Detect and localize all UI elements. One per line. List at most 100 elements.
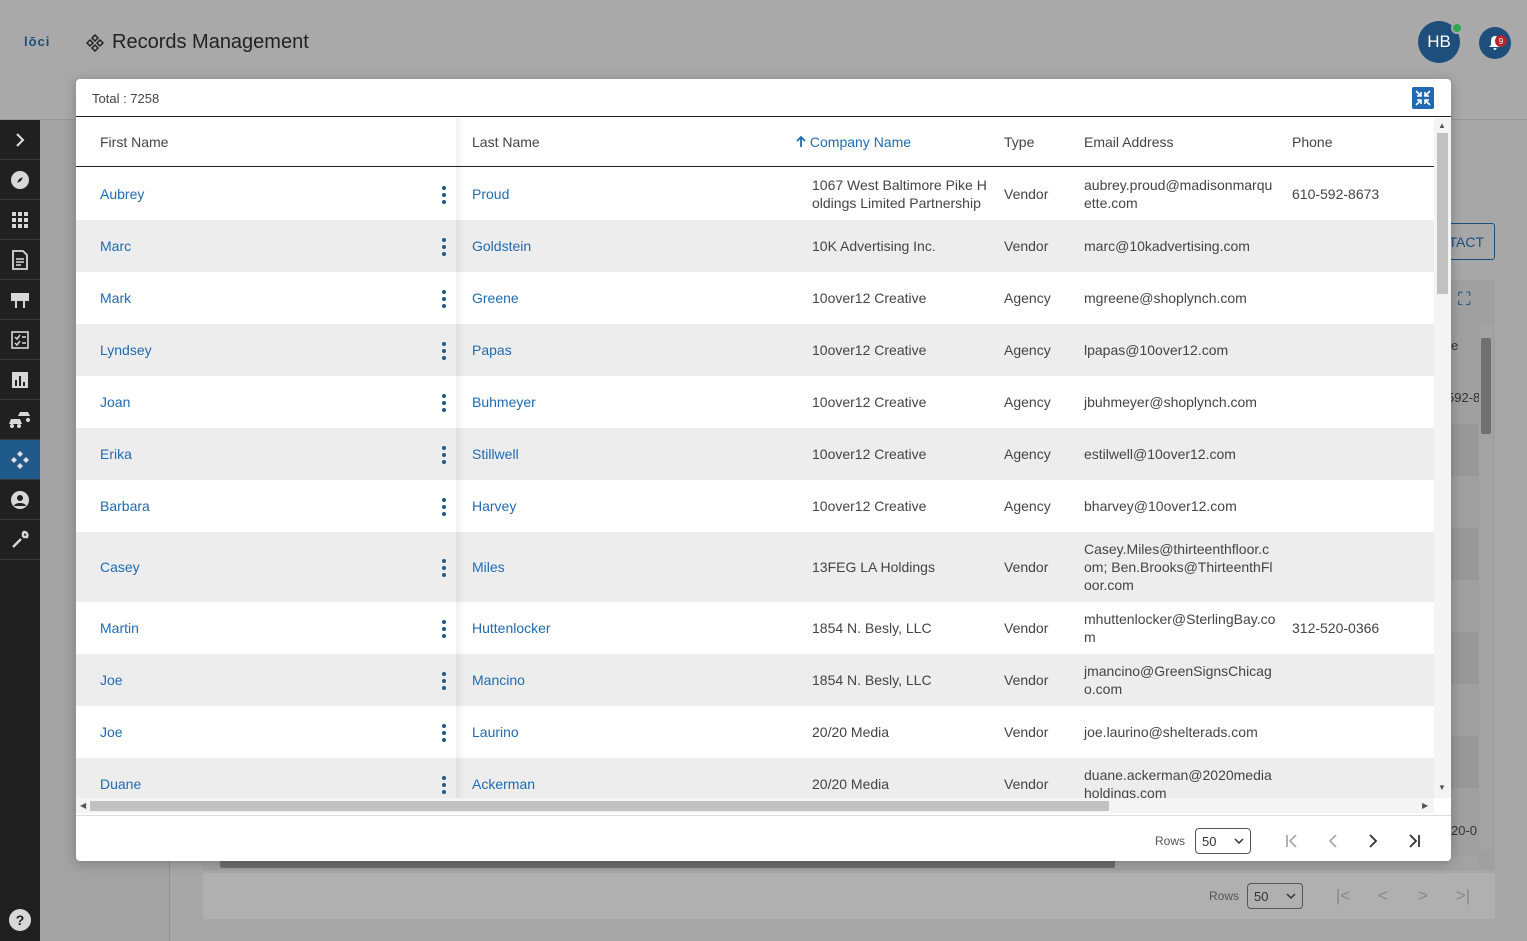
first-name-link[interactable]: Casey [100,558,140,576]
grid-icon [12,211,28,228]
first-name-link[interactable]: Joan [100,393,130,411]
first-name-link[interactable]: Barbara [100,497,150,515]
row-actions-menu-icon[interactable] [440,446,448,464]
background-next-page-button[interactable]: > [1403,883,1443,909]
column-header-phone[interactable]: Phone [1292,134,1332,150]
last-name-link[interactable]: Miles [472,558,505,576]
scroll-up-arrow-icon[interactable]: ▲ [1438,121,1446,130]
background-rows-select[interactable]: 50 [1247,883,1303,909]
billboard-icon [11,292,29,308]
company-name-cell: 10K Advertising Inc. [812,238,936,254]
last-name-link[interactable]: Huttenlocker [472,619,551,637]
type-cell: Agency [1004,342,1051,358]
sidebar-item-documents[interactable] [0,240,40,280]
table-row[interactable]: Marc Goldstein 10K Advertising Inc. Vendor m… [76,220,1434,272]
sidebar-item-apps[interactable] [0,200,40,240]
checklist-icon [11,330,29,349]
table-row[interactable]: Casey Miles 13FEG LA Holdings Vendor Casey.M… [76,532,1434,602]
sidebar-expand-button[interactable] [0,120,40,160]
column-header-last-name[interactable]: Last Name [472,134,540,150]
sidebar-item-tasks[interactable] [0,320,40,360]
modal-pager: Rows 50 [76,815,1451,861]
previous-page-button[interactable] [1313,828,1353,854]
scroll-right-arrow-icon[interactable]: ▶ [1422,801,1428,810]
first-name-link[interactable]: Lyndsey [100,341,152,359]
last-name-link[interactable]: Greene [472,289,519,307]
sidebar-item-explore[interactable] [0,160,40,200]
first-name-link[interactable]: Marc [100,237,131,255]
app-logo[interactable]: lōci [24,34,50,49]
records-icon [86,33,104,52]
last-page-button[interactable] [1393,828,1433,854]
row-actions-menu-icon[interactable] [440,498,448,516]
page-title: Records Management [112,31,309,53]
table-row[interactable]: Joe Mancino 1854 N. Besly, LLC Vendor jmanci… [76,654,1434,706]
row-actions-menu-icon[interactable] [440,342,448,360]
background-expand-icon[interactable]: ⛶ [1458,289,1471,310]
next-page-button[interactable] [1353,828,1393,854]
vertical-scroll-thumb[interactable] [1437,133,1448,294]
row-actions-menu-icon[interactable] [440,186,448,204]
company-name-cell: 10over12 Creative [812,498,927,514]
row-actions-menu-icon[interactable] [440,620,448,638]
first-name-link[interactable]: Duane [100,775,141,793]
first-name-link[interactable]: Mark [100,289,131,307]
sidebar-item-settings[interactable] [0,520,40,560]
row-actions-menu-icon[interactable] [440,672,448,690]
collapse-icon [1415,90,1431,106]
table-row[interactable]: Erika Stillwell 10over12 Creative Agency est… [76,428,1434,480]
column-header-type[interactable]: Type [1004,134,1034,150]
last-name-link[interactable]: Harvey [472,497,516,515]
horizontal-scroll-thumb[interactable] [90,801,1109,811]
last-name-link[interactable]: Proud [472,185,509,203]
background-prev-page-button[interactable]: < [1363,883,1403,909]
table-row[interactable]: Lyndsey Papas 10over12 Creative Agency lpapa… [76,324,1434,376]
last-name-link[interactable]: Laurino [472,723,519,741]
column-header-company-name[interactable]: Company Name [796,134,911,150]
first-page-button[interactable] [1273,828,1313,854]
row-actions-menu-icon[interactable] [440,559,448,577]
sidebar-item-contacts[interactable] [0,480,40,520]
first-name-link[interactable]: Martin [100,619,139,637]
row-actions-menu-icon[interactable] [440,394,448,412]
table-row[interactable]: Barbara Harvey 10over12 Creative Agency bhar… [76,480,1434,532]
rows-per-page-select[interactable]: 50 [1195,828,1251,854]
first-name-link[interactable]: Joe [100,723,123,741]
table-row[interactable]: Joe Laurino 20/20 Media Vendor joe.laurino@s… [76,706,1434,758]
first-name-link[interactable]: Aubrey [100,185,144,203]
email-cell: bharvey@10over12.com [1084,498,1237,514]
first-name-link[interactable]: Joe [100,671,123,689]
sidebar-item-fleet[interactable] [0,400,40,440]
table-row[interactable]: Duane Ackerman 20/20 Media Vendor duane.acke… [76,758,1434,798]
last-name-link[interactable]: Ackerman [472,775,535,793]
row-actions-menu-icon[interactable] [440,776,448,794]
table-row[interactable]: Martin Huttenlocker 1854 N. Besly, LLC Vend… [76,602,1434,654]
table-row[interactable]: Aubrey Proud 1067 West Baltimore Pike Hold… [76,168,1434,220]
last-name-link[interactable]: Goldstein [472,237,531,255]
help-icon[interactable]: ? [9,909,31,931]
table-row[interactable]: Mark Greene 10over12 Creative Agency mgreene… [76,272,1434,324]
last-name-link[interactable]: Mancino [472,671,525,689]
email-cell: aubrey.proud@madisonmarquette.com [1084,177,1273,211]
background-scroll-thumb[interactable] [1481,338,1491,434]
last-name-link[interactable]: Stillwell [472,445,519,463]
row-actions-menu-icon[interactable] [440,724,448,742]
row-actions-menu-icon[interactable] [440,290,448,308]
first-name-link[interactable]: Erika [100,445,132,463]
scroll-down-arrow-icon[interactable]: ▼ [1438,783,1446,792]
collapse-button[interactable] [1412,87,1434,109]
column-header-first-name[interactable]: First Name [100,134,168,150]
sidebar-item-records[interactable] [0,440,40,480]
sidebar-item-inventory[interactable] [0,280,40,320]
sidebar-item-reports[interactable] [0,360,40,400]
last-name-link[interactable]: Papas [472,341,512,359]
scroll-left-arrow-icon[interactable]: ◀ [80,801,86,810]
background-hscroll-thumb[interactable] [220,860,1115,868]
sidebar: ? [0,120,40,941]
row-actions-menu-icon[interactable] [440,238,448,256]
background-last-page-button[interactable]: >| [1443,883,1483,909]
table-row[interactable]: Joan Buhmeyer 10over12 Creative Agency jbuhm… [76,376,1434,428]
last-name-link[interactable]: Buhmeyer [472,393,536,411]
column-header-email[interactable]: Email Address [1084,134,1173,150]
background-first-page-button[interactable]: |< [1323,883,1363,909]
